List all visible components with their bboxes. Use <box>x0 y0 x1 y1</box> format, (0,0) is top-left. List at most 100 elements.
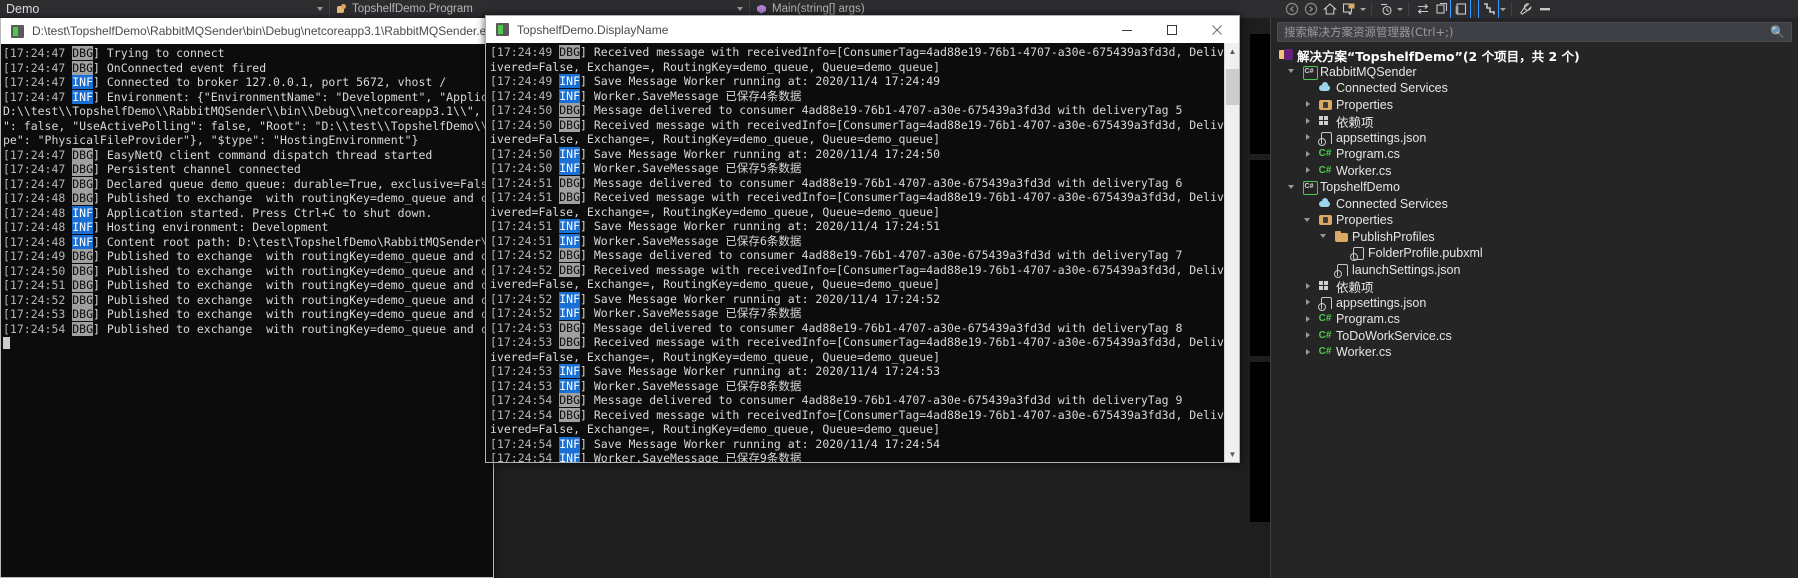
scroll-up-arrow-icon[interactable]: ▲ <box>1225 43 1240 59</box>
console-log-message: ] Published to exchange with routingKey=… <box>93 292 493 307</box>
console-log-line: pe": "PhysicalFileProvider"}, "$type": "… <box>3 133 493 148</box>
console-log-line: [17:24:47 DBG] Trying to connect <box>3 46 493 61</box>
console-log-timestamp: [17:24:47 <box>3 147 73 162</box>
tree-item-folderprofile-pubxml[interactable]: FolderProfile.pubxml <box>1273 245 1798 262</box>
console-window-topshelfdemo[interactable]: TopshelfDemo.DisplayName [17:24:49 DBG] … <box>485 15 1240 463</box>
search-icon[interactable]: 🔍 <box>1770 25 1785 39</box>
console-log-timestamp: [17:24:50 <box>490 103 560 117</box>
solution-explorer-toolbar[interactable] <box>1230 0 1798 19</box>
tree-item-properties[interactable]: Properties <box>1273 97 1798 114</box>
tree-item-rabbitmqsender[interactable]: C# RabbitMQSender <box>1273 64 1798 81</box>
console-log-timestamp: [17:24:51 <box>490 175 560 190</box>
chevron-down-icon[interactable] <box>1287 66 1298 77</box>
pending-changes-icon[interactable] <box>1376 0 1395 18</box>
tree-item-properties[interactable]: Properties <box>1273 212 1798 229</box>
new-item-dropdown-caret-icon[interactable] <box>1358 0 1367 18</box>
console-log-message: ] Application started. Press Ctrl+C to s… <box>93 205 433 220</box>
console-log-timestamp: [17:24:48 <box>3 191 73 205</box>
console-log-message: ] Published to exchange with routingKey=… <box>93 249 493 263</box>
forward-icon[interactable] <box>1301 0 1320 18</box>
console-log-timestamp: [17:24:47 <box>3 60 73 75</box>
new-item-icon[interactable] <box>1339 0 1358 18</box>
tree-item-program-cs[interactable]: C# Program.cs <box>1273 311 1798 328</box>
solution-explorer-panel[interactable]: 搜索解决方案资源管理器(Ctrl+;) 🔍 解决方案“TopshelfDemo”… <box>1270 18 1798 578</box>
chevron-right-icon[interactable] <box>1303 99 1314 110</box>
close-button[interactable] <box>1194 16 1239 43</box>
tree-item-appsettings-json[interactable]: appsettings.json <box>1273 295 1798 312</box>
console-receiver-titlebar[interactable]: TopshelfDemo.DisplayName <box>486 16 1239 43</box>
tree-item-program-cs[interactable]: C# Program.cs <box>1273 146 1798 163</box>
scroll-down-arrow-icon[interactable]: ▼ <box>1225 446 1240 462</box>
console-log-continuation: ivered=False, Exchange=, RoutingKey=demo… <box>490 204 941 219</box>
chevron-right-icon[interactable] <box>1303 281 1314 292</box>
console-log-line: [17:24:47 DBG] OnConnected event fired <box>3 60 493 76</box>
console-receiver-scrollbar[interactable]: ▲ ▼ <box>1224 43 1239 462</box>
tree-item-worker-cs[interactable]: C# Worker.cs <box>1273 163 1798 180</box>
tree-item-label: FolderProfile.pubxml <box>1368 246 1483 261</box>
console-log-line: [17:24:52 DBG] Published to exchange wit… <box>3 292 493 308</box>
project-selector-combo[interactable]: Demo <box>0 0 330 18</box>
chevron-right-icon[interactable] <box>1303 165 1314 176</box>
console-log-line: [17:24:47 DBG] Declared queue demo_queue… <box>3 176 493 192</box>
console-log-timestamp: [17:24:52 <box>490 306 560 320</box>
tree-item-[interactable]: 依赖项 <box>1273 113 1798 130</box>
maximize-button[interactable] <box>1149 16 1194 43</box>
tree-item-label: TopshelfDemo <box>1320 180 1400 195</box>
console-log-timestamp: [17:24:47 <box>3 46 73 60</box>
chevron-right-icon[interactable] <box>1303 347 1314 358</box>
tree-item-topshelfdemo[interactable]: C# TopshelfDemo <box>1273 179 1798 196</box>
tree-item-appsettings-json[interactable]: appsettings.json <box>1273 130 1798 147</box>
chevron-down-icon[interactable] <box>1287 182 1298 193</box>
chevron-right-icon[interactable] <box>1303 132 1314 143</box>
solution-tree[interactable]: 解决方案“TopshelfDemo”(2 个项目，共 2 个) C# Rabbit… <box>1271 44 1798 361</box>
tree-item-worker-cs[interactable]: C# Worker.cs <box>1273 344 1798 361</box>
tree-item-publishprofiles[interactable]: PublishProfiles <box>1273 229 1798 246</box>
console-log-message: ] Worker.SaveMessage 已保存5条数据 <box>580 161 802 175</box>
chevron-right-icon[interactable] <box>1303 330 1314 341</box>
show-all-files-dropdown-caret-icon[interactable] <box>1498 0 1507 18</box>
console-log-continuation: D:\\test\\TopshelfDemo\\RabbitMQSender\\… <box>3 104 493 118</box>
tree-item-[interactable]: 依赖项 <box>1273 278 1798 295</box>
collapse-all-icon[interactable] <box>1432 0 1451 18</box>
chevron-right-icon[interactable] <box>1303 149 1314 160</box>
minimize-button[interactable] <box>1104 16 1149 43</box>
tree-item-solution-root[interactable]: 解决方案“TopshelfDemo”(2 个项目，共 2 个) <box>1273 47 1798 64</box>
tree-item-connected-services[interactable]: Connected Services <box>1273 80 1798 97</box>
chevron-down-icon[interactable] <box>1319 231 1330 242</box>
console-log-timestamp: [17:24:53 <box>3 307 73 321</box>
console-log-timestamp: [17:24:50 <box>490 146 560 161</box>
preview-selected-items-icon[interactable] <box>1535 0 1554 18</box>
console-log-line: [17:24:48 INF] Content root path: D:\tes… <box>3 234 493 250</box>
tree-item-connected-services[interactable]: Connected Services <box>1273 196 1798 213</box>
tree-item-label: appsettings.json <box>1336 130 1427 145</box>
chevron-right-icon[interactable] <box>1303 297 1314 308</box>
tree-item-label: launchSettings.json <box>1352 262 1461 277</box>
pending-changes-dropdown-caret-icon[interactable] <box>1395 0 1404 18</box>
console-log-level-badge: DBG <box>72 147 94 162</box>
console-log-level-badge: INF <box>559 291 581 306</box>
scrollbar-thumb[interactable] <box>1226 69 1239 105</box>
settings-wrench-icon[interactable] <box>1516 0 1535 18</box>
tree-item-label: Program.cs <box>1336 147 1400 162</box>
console-log-message: ] Worker.SaveMessage 已保存8条数据 <box>580 378 802 393</box>
tree-item-todoworkservice-cs[interactable]: C# ToDoWorkService.cs <box>1273 328 1798 345</box>
chevron-right-icon[interactable] <box>1303 314 1314 325</box>
console-sender-titlebar[interactable]: D:\test\TopshelfDemo\RabbitMQSender\bin\… <box>1 18 495 44</box>
chevron-down-icon[interactable] <box>1303 215 1314 226</box>
console-log-level-badge: INF <box>559 436 581 451</box>
console-window-rabbitmqsender[interactable]: D:\test\TopshelfDemo\RabbitMQSender\bin\… <box>0 18 495 578</box>
console-log-level-badge: DBG <box>559 407 581 422</box>
console-log-line: [17:24:51 DBG] Published to exchange wit… <box>3 278 493 293</box>
console-log-line: ivered=False, Exchange=, RoutingKey=demo… <box>490 132 1224 147</box>
tree-item-launchsettings-json[interactable]: launchSettings.json <box>1273 262 1798 279</box>
show-all-files-icon[interactable] <box>1478 0 1499 19</box>
chevron-right-icon[interactable] <box>1303 116 1314 127</box>
properties-window-icon[interactable] <box>1450 0 1471 19</box>
back-icon[interactable] <box>1282 0 1301 18</box>
console-sender-output[interactable]: [17:24:47 DBG] Trying to connect [17:24:4… <box>1 44 493 576</box>
console-log-line: [17:24:47 INF] Connected to broker 127.0… <box>3 75 493 90</box>
solution-explorer-search-input[interactable]: 搜索解决方案资源管理器(Ctrl+;) 🔍 <box>1277 22 1792 42</box>
home-icon[interactable] <box>1320 0 1339 18</box>
sync-with-active-document-icon[interactable] <box>1413 0 1432 18</box>
console-receiver-output[interactable]: [17:24:49 DBG] Received message with rec… <box>486 43 1224 462</box>
